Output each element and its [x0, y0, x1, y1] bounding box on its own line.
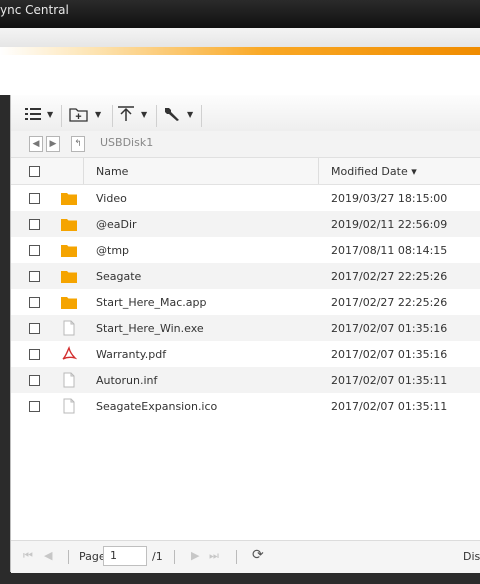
footer-divider — [68, 550, 69, 564]
chevron-down-icon: ▼ — [95, 109, 102, 119]
file-name[interactable]: Autorun.inf — [96, 374, 157, 387]
wrench-icon — [165, 108, 179, 121]
modified-date: 2017/02/27 22:25:26 — [331, 296, 448, 309]
modified-date: 2017/02/07 01:35:16 — [331, 348, 448, 361]
table-row[interactable]: Start_Here_Win.exe 2017/02/07 01:35:16 — [11, 315, 480, 341]
chevron-down-icon: ▼ — [187, 109, 194, 119]
row-checkbox[interactable] — [29, 323, 40, 334]
display-label: Disp — [463, 550, 480, 563]
file-name[interactable]: Start_Here_Mac.app — [96, 296, 206, 309]
new-folder-button[interactable]: ▼ — [69, 103, 101, 125]
back-button[interactable]: ◀ — [29, 136, 43, 152]
header-strip — [0, 28, 480, 47]
chevron-down-icon: ▼ — [141, 109, 148, 119]
footer-divider — [174, 550, 175, 564]
add-folder-icon — [69, 108, 88, 122]
file-icon — [61, 398, 77, 414]
row-checkbox[interactable] — [29, 193, 40, 204]
tools-button[interactable]: ▼ — [163, 103, 193, 125]
folder-icon — [61, 242, 77, 258]
upload-button[interactable]: ▼ — [117, 103, 147, 125]
table-header: Name Modified Date ▾ — [11, 158, 480, 185]
return-icon: ↰ — [74, 139, 82, 149]
table-row[interactable]: Start_Here_Mac.app 2017/02/27 22:25:26 — [11, 289, 480, 315]
folder-icon — [61, 216, 77, 232]
folder-icon — [61, 190, 77, 206]
file-name[interactable]: Warranty.pdf — [96, 348, 166, 361]
table-row[interactable]: Seagate 2017/02/27 22:25:26 — [11, 263, 480, 289]
file-icon — [61, 372, 77, 388]
refresh-icon[interactable]: ⟳ — [252, 547, 264, 563]
page-number-input[interactable]: 1 — [103, 546, 147, 566]
select-all-checkbox[interactable] — [29, 166, 40, 177]
modified-date: 2017/02/07 01:35:11 — [331, 374, 448, 387]
toolbar-divider — [112, 105, 113, 127]
modified-date: 2017/02/27 22:25:26 — [331, 270, 448, 283]
row-checkbox[interactable] — [29, 375, 40, 386]
modified-date: 2017/02/07 01:35:16 — [331, 322, 448, 335]
pagination-bar: ⏮ ◀ Page 1 /1 ▶ ⏭ ⟳ Disp — [11, 540, 480, 573]
path-bar: ◀ ▶ ↰ USBDisk1 — [11, 131, 480, 158]
table-row[interactable]: Warranty.pdf 2017/02/07 01:35:16 — [11, 341, 480, 367]
toolbar-divider — [156, 105, 157, 127]
folder-icon — [61, 294, 77, 310]
blank-area — [0, 55, 480, 95]
file-name[interactable]: @eaDir — [96, 218, 137, 231]
list-view-icon — [25, 108, 41, 120]
modified-date: 2019/02/11 22:56:09 — [331, 218, 448, 231]
pdf-icon — [61, 345, 78, 362]
chevron-down-icon: ▼ — [47, 109, 54, 119]
title-bar: ync Central — [0, 0, 480, 28]
file-name[interactable]: Video — [96, 192, 127, 205]
modified-date: 2017/02/07 01:35:11 — [331, 400, 448, 413]
column-divider — [83, 158, 84, 184]
toolbar-divider — [61, 105, 62, 127]
file-name[interactable]: @tmp — [96, 244, 129, 257]
row-checkbox[interactable] — [29, 401, 40, 412]
table-row[interactable]: SeagateExpansion.ico 2017/02/07 01:35:11 — [11, 393, 480, 419]
file-name[interactable]: Start_Here_Win.exe — [96, 322, 204, 335]
file-name[interactable]: SeagateExpansion.ico — [96, 400, 217, 413]
toolbar-divider — [201, 105, 202, 127]
next-page-button[interactable]: ▶ — [191, 549, 199, 562]
breadcrumb[interactable]: USBDisk1 — [100, 136, 153, 149]
page-label: Page — [79, 550, 106, 563]
folder-icon — [61, 268, 77, 284]
page-total: /1 — [152, 550, 163, 563]
prev-page-button[interactable]: ◀ — [44, 549, 52, 562]
modified-date: 2019/03/27 18:15:00 — [331, 192, 448, 205]
row-checkbox[interactable] — [29, 219, 40, 230]
app-title: ync Central — [0, 3, 69, 17]
chevron-right-icon: ▶ — [49, 139, 57, 149]
file-name[interactable]: Seagate — [96, 270, 141, 283]
column-header-name[interactable]: Name — [96, 165, 128, 178]
toolbar: ▼ ▼ ▼ ▼ — [11, 95, 480, 132]
file-browser-window: ▼ ▼ ▼ ▼ ◀ ▶ ↰ USBDisk1 Name Modified Dat… — [10, 95, 480, 573]
table-row[interactable]: @eaDir 2019/02/11 22:56:09 — [11, 211, 480, 237]
column-header-modified[interactable]: Modified Date ▾ — [331, 165, 417, 178]
up-folder-button[interactable]: ↰ — [71, 136, 85, 152]
file-icon — [61, 320, 77, 336]
last-page-button[interactable]: ⏭ — [209, 549, 219, 563]
column-divider — [318, 158, 319, 184]
row-checkbox[interactable] — [29, 245, 40, 256]
view-mode-button[interactable]: ▼ — [25, 103, 53, 125]
row-checkbox[interactable] — [29, 297, 40, 308]
forward-button[interactable]: ▶ — [46, 136, 60, 152]
table-row[interactable]: Video 2019/03/27 18:15:00 — [11, 185, 480, 211]
table-row[interactable]: @tmp 2017/08/11 08:14:15 — [11, 237, 480, 263]
row-checkbox[interactable] — [29, 271, 40, 282]
row-checkbox[interactable] — [29, 349, 40, 360]
accent-bar — [0, 47, 480, 55]
first-page-button[interactable]: ⏮ — [23, 549, 33, 563]
upload-icon — [118, 106, 134, 121]
footer-divider — [236, 550, 237, 564]
chevron-left-icon: ◀ — [32, 139, 40, 149]
modified-date: 2017/08/11 08:14:15 — [331, 244, 448, 257]
table-row[interactable]: Autorun.inf 2017/02/07 01:35:11 — [11, 367, 480, 393]
